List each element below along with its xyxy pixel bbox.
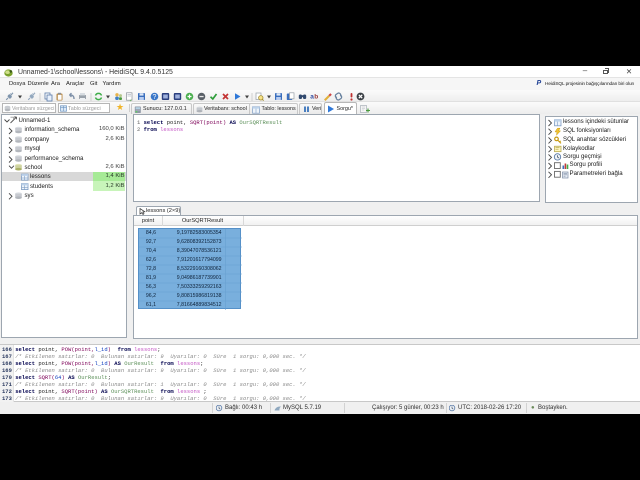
svg-text:b: b [314, 93, 318, 100]
svg-text:?: ? [153, 94, 157, 101]
